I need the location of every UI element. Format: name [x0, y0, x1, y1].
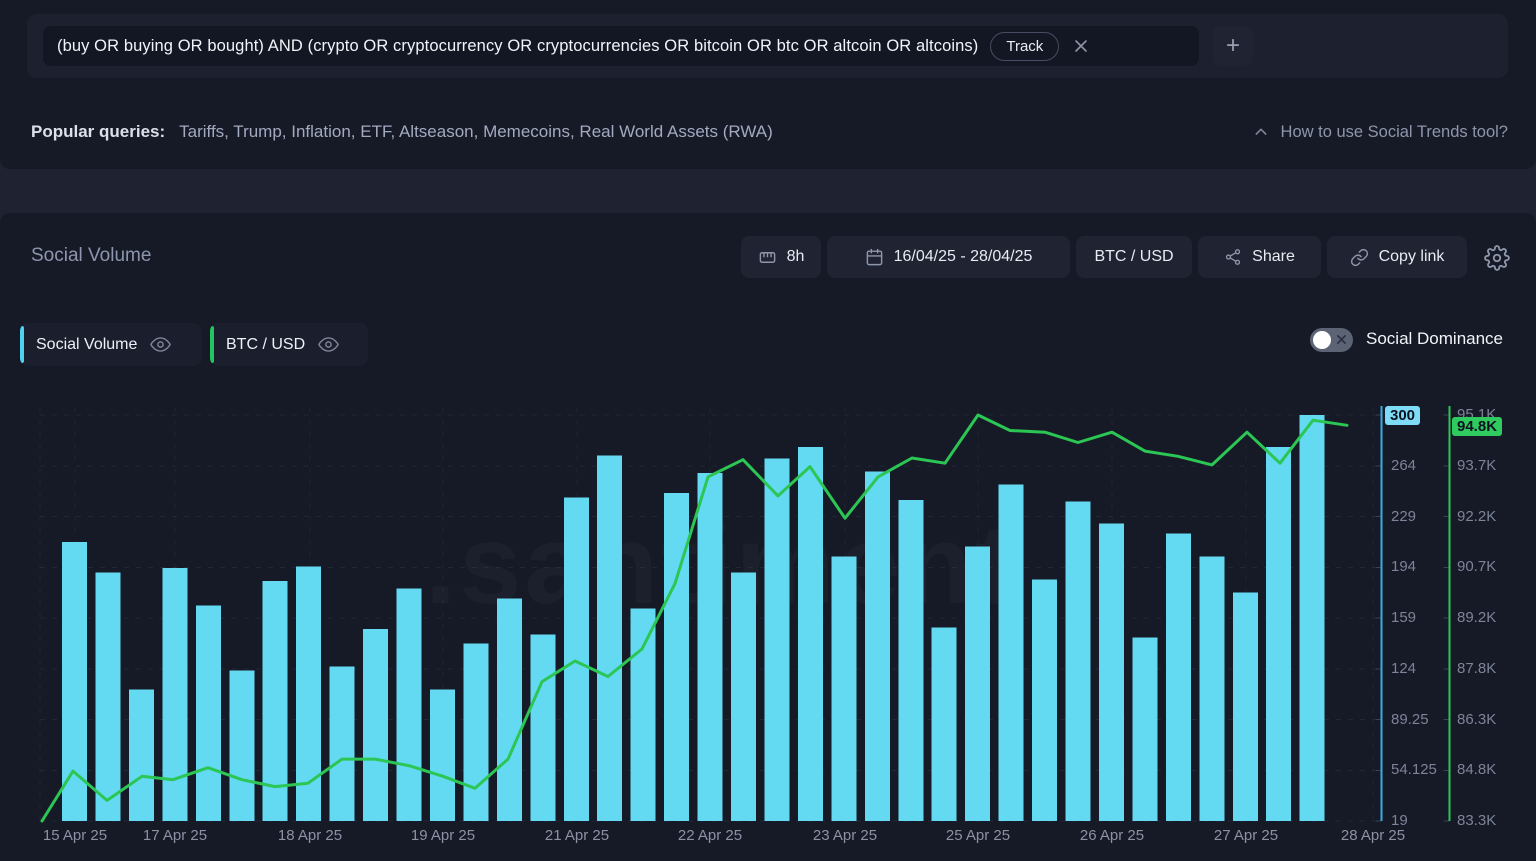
copy-link-label: Copy link: [1379, 248, 1445, 266]
toggle-x-icon: [1336, 334, 1347, 345]
social-volume-accent: [20, 326, 24, 363]
plus-icon: +: [1226, 32, 1240, 59]
pair-label: BTC / USD: [1094, 248, 1173, 266]
search-section: (buy OR buying OR bought) AND (crypto OR…: [0, 0, 1536, 169]
social-dominance-label: Social Dominance: [1366, 329, 1503, 349]
social-trends-page: (buy OR buying OR bought) AND (crypto OR…: [0, 0, 1536, 861]
legend-chip-btc-usd[interactable]: BTC / USD: [210, 323, 368, 366]
add-query-button[interactable]: +: [1213, 26, 1253, 66]
popular-queries-list[interactable]: Tariffs, Trump, Inflation, ETF, Altseaso…: [179, 122, 773, 142]
how-to-use-link[interactable]: How to use Social Trends tool?: [1253, 123, 1508, 142]
copy-link-button[interactable]: Copy link: [1327, 236, 1467, 278]
eye-icon[interactable]: [150, 334, 171, 355]
share-icon: [1224, 248, 1242, 266]
social-dominance-toggle[interactable]: [1310, 328, 1353, 352]
how-to-use-label: How to use Social Trends tool?: [1281, 123, 1508, 142]
card-title: Social Volume: [31, 245, 151, 267]
track-button[interactable]: Track: [990, 32, 1059, 61]
legend-btc-usd-label: BTC / USD: [226, 336, 305, 354]
interval-icon: [758, 248, 777, 267]
search-bar-card: (buy OR buying OR bought) AND (crypto OR…: [27, 14, 1508, 78]
chevron-up-icon: [1253, 124, 1269, 140]
btc-usd-accent: [210, 326, 214, 363]
popular-queries-label: Popular queries:: [31, 122, 165, 142]
interval-label: 8h: [787, 248, 805, 266]
legend-chip-social-volume[interactable]: Social Volume: [20, 323, 202, 366]
share-button[interactable]: Share: [1198, 236, 1321, 278]
popular-queries-row: Popular queries: Tariffs, Trump, Inflati…: [31, 118, 1508, 146]
calendar-icon: [865, 248, 884, 267]
legend-social-volume-label: Social Volume: [36, 336, 137, 354]
toggle-knob: [1313, 331, 1331, 349]
date-range-label: 16/04/25 - 28/04/25: [894, 248, 1033, 266]
query-text: (buy OR buying OR bought) AND (crypto OR…: [57, 37, 978, 56]
link-icon: [1350, 248, 1369, 267]
settings-button[interactable]: [1484, 244, 1512, 272]
social-volume-card: [0, 213, 1536, 861]
gear-icon: [1484, 245, 1510, 271]
query-input[interactable]: (buy OR buying OR bought) AND (crypto OR…: [43, 26, 1199, 66]
remove-query-icon[interactable]: [1073, 38, 1089, 54]
date-range-button[interactable]: 16/04/25 - 28/04/25: [827, 236, 1070, 278]
pair-button[interactable]: BTC / USD: [1076, 236, 1192, 278]
eye-icon[interactable]: [318, 334, 339, 355]
share-label: Share: [1252, 248, 1295, 266]
interval-button[interactable]: 8h: [741, 236, 821, 278]
